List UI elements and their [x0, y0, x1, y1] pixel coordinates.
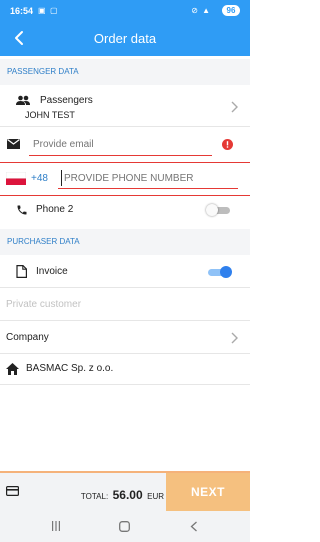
email-row: [0, 128, 250, 161]
total-amount: 56.00: [112, 488, 143, 502]
passenger-name: JOHN TEST: [25, 110, 75, 120]
invoice-toggle-knob: [220, 266, 232, 278]
phone-prefix[interactable]: +48: [31, 173, 48, 184]
phone2-toggle-knob: [206, 204, 218, 216]
status-time: 16:54: [10, 6, 34, 16]
error-icon: [222, 139, 233, 150]
house-icon: [6, 363, 19, 375]
people-icon: [16, 95, 30, 105]
private-customer-label: Private customer: [6, 299, 82, 310]
phone2-toggle[interactable]: [206, 203, 232, 217]
chevron-right-icon: [231, 332, 238, 344]
phone2-row: Phone 2: [0, 196, 250, 225]
notification-icon: ▣: [38, 6, 46, 15]
home-icon[interactable]: [119, 521, 130, 532]
next-button[interactable]: NEXT: [166, 473, 250, 511]
purchaser-section-header: PURCHASER DATA: [0, 229, 250, 255]
total-price: TOTAL: 56.00 EUR: [81, 486, 164, 504]
total-label: TOTAL:: [80, 492, 109, 501]
screenshot-icon: ▢: [50, 6, 58, 15]
order-summary-bar: TOTAL: 56.00 EUR NEXT: [0, 471, 250, 511]
passengers-label: Passengers: [40, 95, 93, 106]
signal-icon: ▲: [202, 6, 210, 15]
company-label: Company: [6, 332, 49, 343]
recent-apps-icon[interactable]: [51, 521, 61, 531]
invoice-label: Invoice: [36, 266, 68, 277]
app-bar: Order data: [0, 22, 250, 56]
total-currency: EUR: [147, 492, 164, 501]
phone-row: +48: [0, 163, 250, 195]
system-navigation-bar: [0, 511, 250, 542]
battery-indicator: 96: [222, 5, 240, 16]
wifi-off-icon: ⊘: [191, 6, 198, 15]
document-icon: [16, 265, 27, 278]
payment-card-icon: [6, 486, 19, 496]
private-customer-row[interactable]: Private customer: [0, 289, 250, 321]
company-row[interactable]: Company: [0, 322, 250, 354]
passenger-section-header: PASSENGER DATA: [0, 59, 250, 85]
page-title: Order data: [93, 31, 157, 46]
system-back-icon[interactable]: [190, 521, 198, 532]
phone-error-underline: [58, 188, 238, 189]
email-icon: [7, 139, 20, 149]
chevron-right-icon: [231, 101, 238, 113]
email-error-underline: [29, 155, 212, 156]
phone-number-field[interactable]: [64, 170, 234, 186]
invoice-toggle[interactable]: [206, 265, 232, 279]
status-bar: 16:54 ▣ ▢ ⊘ ▲ 96: [0, 0, 250, 22]
company-name: BASMAC Sp. z o.o.: [26, 363, 114, 374]
poland-flag-icon[interactable]: [6, 172, 26, 185]
phone2-label: Phone 2: [36, 204, 74, 215]
invoice-row: Invoice: [0, 256, 250, 288]
company-name-row[interactable]: BASMAC Sp. z o.o.: [0, 355, 250, 385]
passengers-row[interactable]: Passengers JOHN TEST: [0, 85, 250, 127]
text-cursor: [61, 170, 62, 186]
email-field[interactable]: [33, 136, 208, 152]
phone-icon: [17, 205, 27, 215]
